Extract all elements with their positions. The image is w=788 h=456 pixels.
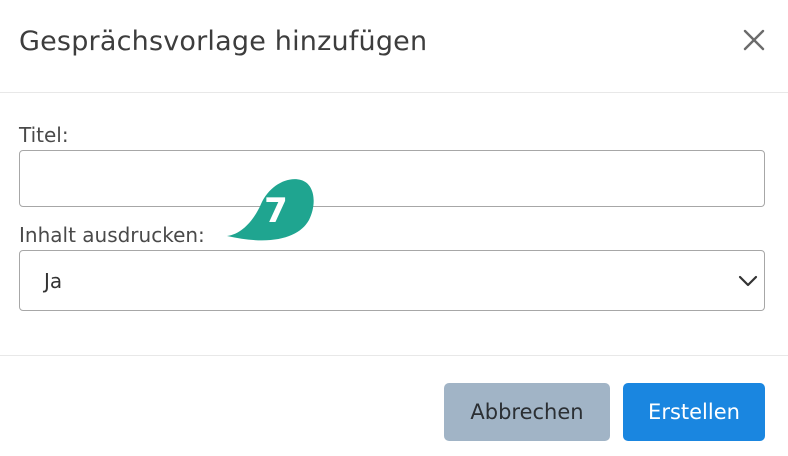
chevron-down-icon xyxy=(738,275,758,287)
title-input[interactable] xyxy=(19,150,765,207)
cancel-button[interactable]: Abbrechen xyxy=(444,383,610,441)
step-callout-number: 7 xyxy=(264,191,288,231)
dialog-title: Gesprächsvorlage hinzufügen xyxy=(19,26,428,57)
print-content-value: Ja xyxy=(44,269,63,293)
title-label: Titel: xyxy=(19,123,69,147)
dialog: Gesprächsvorlage hinzufügen Titel: Inhal… xyxy=(0,0,788,456)
footer-divider xyxy=(0,355,788,356)
print-content-label: Inhalt ausdrucken: xyxy=(19,223,205,247)
close-icon xyxy=(743,29,765,51)
create-button[interactable]: Erstellen xyxy=(623,383,765,441)
close-button[interactable] xyxy=(738,24,770,56)
print-content-select[interactable]: Ja xyxy=(19,250,765,311)
dialog-header: Gesprächsvorlage hinzufügen xyxy=(0,0,788,93)
